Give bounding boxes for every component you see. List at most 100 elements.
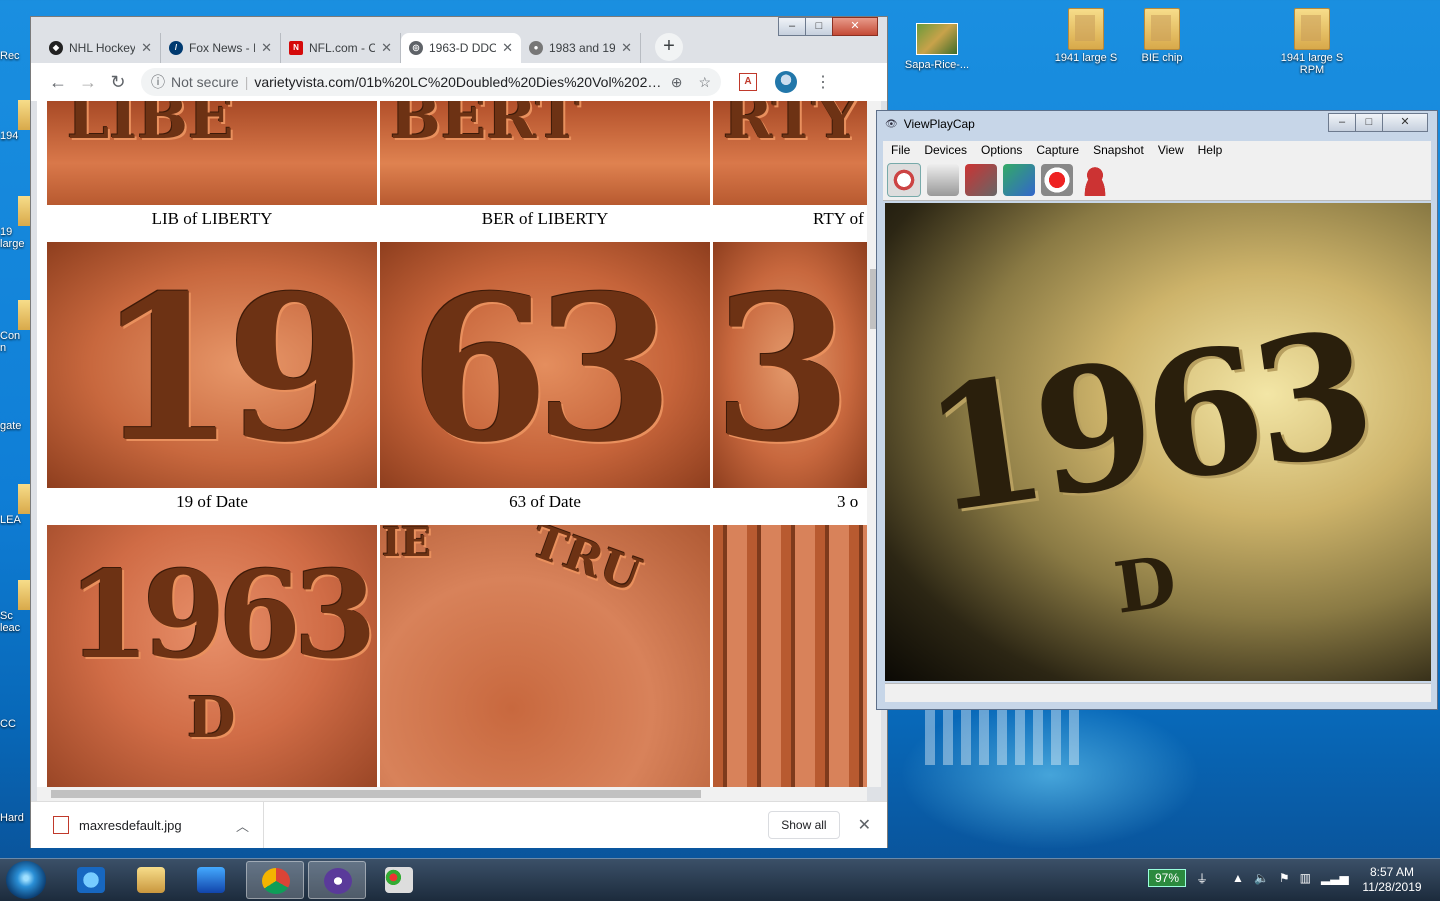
desktop-icon-con[interactable]: Con n (0, 300, 30, 354)
tab-nhl-hockey[interactable]: ◆ NHL Hockey ✕ (41, 33, 161, 63)
minimize-button[interactable]: – (1328, 113, 1356, 132)
folder-icon (1294, 8, 1330, 50)
status-bar (885, 683, 1431, 702)
maximize-button[interactable]: □ (1355, 113, 1383, 132)
menu-help[interactable]: Help (1198, 141, 1223, 159)
security-status: Not secure (171, 74, 239, 90)
forward-button[interactable]: → (73, 72, 103, 93)
app-icon: 👁 (885, 118, 898, 130)
browser-toolbar: ← → ↻ ⓘ Not secure | varietyvista.com/01… (31, 63, 887, 101)
tab-nfl[interactable]: N NFL.com - O ✕ (281, 33, 401, 63)
signal-icon[interactable]: ▂▃▅ (1321, 871, 1349, 885)
menu-snapshot[interactable]: Snapshot (1093, 141, 1144, 159)
folder-icon (137, 867, 165, 893)
webcam-icon[interactable] (887, 162, 921, 197)
taskbar-media-player[interactable] (182, 861, 240, 899)
close-window-button[interactable]: ✕ (1382, 113, 1428, 132)
flag-icon[interactable]: ⚑ (1279, 871, 1290, 885)
download-filename: maxresdefault.jpg (79, 817, 182, 833)
volume-icon[interactable]: 🔈 (1254, 871, 1269, 885)
taskbar-internet-explorer[interactable] (62, 861, 120, 899)
new-tab-button[interactable]: + (655, 33, 683, 61)
tab-fox-news[interactable]: / Fox News - I ✕ (161, 33, 281, 63)
taskbar-file-explorer[interactable] (122, 861, 180, 899)
close-tab-icon[interactable]: ✕ (261, 40, 272, 56)
reload-button[interactable]: ↻ (103, 72, 133, 93)
window-title-bar: 👁 ViewPlayCap (885, 117, 975, 131)
taskbar-paint[interactable] (370, 861, 428, 899)
globe-icon: ◎ (409, 41, 423, 55)
back-button[interactable]: ← (43, 72, 73, 93)
taskbar-viewplaycap[interactable] (308, 861, 366, 899)
desktop-icon-gate[interactable]: gate (0, 420, 30, 432)
coin-icon: ● (529, 41, 543, 55)
fox-icon: / (169, 41, 183, 55)
display-settings-icon[interactable] (1003, 163, 1035, 196)
menu-file[interactable]: File (891, 141, 910, 159)
close-window-button[interactable]: ✕ (832, 17, 878, 36)
record-icon[interactable] (1041, 163, 1073, 196)
profile-avatar[interactable] (775, 71, 797, 93)
photo-trust-lincoln-bust: TRU IE (380, 525, 710, 787)
battery-indicator[interactable]: 97% (1148, 869, 1187, 887)
show-hidden-icons-icon[interactable]: ▲ (1232, 871, 1244, 885)
menu-view[interactable]: View (1158, 141, 1184, 159)
camera-icon[interactable] (927, 163, 959, 196)
menu-options[interactable]: Options (981, 141, 1022, 159)
menu-capture[interactable]: Capture (1036, 141, 1079, 159)
tab-1963-d-ddo[interactable]: ◎ 1963-D DDO ✕ (401, 33, 521, 63)
pdf-extension-icon[interactable]: A (739, 73, 757, 91)
tab-1983-and-19[interactable]: ● 1983 and 19 ✕ (521, 33, 641, 63)
menu-devices[interactable]: Devices (924, 141, 967, 159)
desktop-icon-lea[interactable]: LEA (0, 484, 30, 526)
desktop-icon-1941-large-s[interactable]: 1941 large S (1046, 8, 1126, 64)
desktop-icon-folder-19-large[interactable]: 19 large (0, 196, 30, 250)
desktop-icon-bie-chip[interactable]: BIE chip (1122, 8, 1202, 64)
desktop-icon-cc[interactable]: CC (0, 718, 30, 730)
close-tab-icon[interactable]: ✕ (381, 40, 392, 56)
photo-63-of-date: 63 (380, 242, 710, 488)
user-icon[interactable] (1079, 163, 1111, 196)
close-tab-icon[interactable]: ✕ (502, 40, 513, 56)
desktop-icon-folder-194[interactable]: 194 (0, 100, 30, 142)
menu-kebab-icon[interactable]: ⋮ (807, 72, 839, 92)
desktop-icon-1941-large-s-rpm[interactable]: 1941 large S RPM (1272, 8, 1352, 76)
system-clock[interactable]: 8:57 AM 11/28/2019 (1352, 865, 1432, 895)
download-item[interactable]: maxresdefault.jpg ︿ (31, 802, 264, 848)
folder-icon (18, 484, 30, 514)
paint-icon (385, 867, 413, 893)
desktop-icon-recycle[interactable]: Rec (0, 50, 30, 62)
desktop-icon-sc[interactable]: Sc leac (0, 580, 30, 634)
page-content: LIBE BERT RTY LIB of LIBERTY BER of LIBE… (37, 101, 881, 787)
chrome-window: – □ ✕ ◆ NHL Hockey ✕ / Fox News - I ✕ N … (30, 16, 888, 848)
maximize-button[interactable]: □ (805, 17, 833, 36)
horizontal-scrollbar[interactable] (37, 787, 867, 801)
folder-icon (18, 196, 30, 226)
taskbar-chrome[interactable] (246, 861, 304, 899)
chrome-icon (262, 868, 290, 894)
desktop-icon-hard[interactable]: Hard (0, 812, 30, 824)
zoom-icon[interactable]: ⊕ (671, 74, 683, 91)
caption-rty-of-liberty: RTY of (813, 209, 864, 228)
power-plug-icon[interactable]: ⏚ (1196, 870, 1208, 887)
close-download-bar-icon[interactable]: ✕ (858, 815, 871, 835)
close-tab-icon[interactable]: ✕ (141, 40, 152, 56)
address-bar[interactable]: ⓘ Not secure | varietyvista.com/01b%20LC… (141, 68, 721, 96)
chevron-up-icon[interactable]: ︿ (236, 816, 249, 835)
window-controls: – □ ✕ (1328, 113, 1428, 132)
bookmark-star-icon[interactable]: ☆ (698, 74, 711, 91)
folder-icon (18, 580, 30, 610)
video-date-digits: 1963 (913, 293, 1378, 553)
video-camera-icon[interactable] (965, 163, 997, 196)
url-text: varietyvista.com/01b%20LC%20Doubled%20Di… (254, 74, 665, 90)
desktop-icon-sapa-rice[interactable]: Sapa-Rice-... (897, 18, 977, 71)
minimize-button[interactable]: – (778, 17, 806, 36)
show-all-button[interactable]: Show all (768, 811, 840, 839)
window-controls: – □ ✕ (778, 17, 878, 36)
info-icon[interactable]: ⓘ (151, 72, 165, 92)
close-tab-icon[interactable]: ✕ (621, 40, 632, 56)
start-button[interactable] (6, 861, 46, 899)
tab-strip: ◆ NHL Hockey ✕ / Fox News - I ✕ N NFL.co… (41, 31, 683, 63)
network-icon[interactable]: ▥ (1300, 871, 1311, 885)
caption-3-of-date: 3 o (837, 492, 859, 511)
